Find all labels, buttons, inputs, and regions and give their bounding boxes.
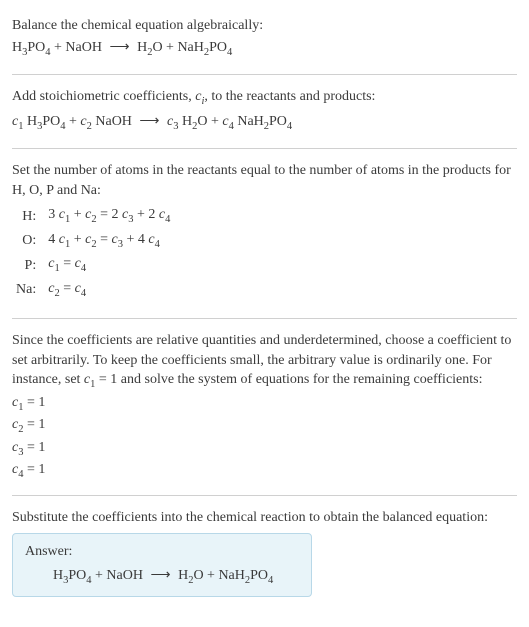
- coefficient-value: c2 = 1: [12, 415, 517, 437]
- section-solve: Since the coefficients are relative quan…: [12, 323, 517, 491]
- instruction-text: Add stoichiometric coefficients, ci, to …: [12, 87, 517, 109]
- answer-label: Answer:: [25, 542, 299, 562]
- element-label: O:: [12, 229, 44, 253]
- element-label: Na:: [12, 278, 44, 302]
- coefficient-solutions: c1 = 1c2 = 1c3 = 1c4 = 1: [12, 393, 517, 483]
- table-row: P:c1 = c4: [12, 253, 174, 277]
- instruction-text: Balance the chemical equation algebraica…: [12, 16, 517, 36]
- section-atom-balance: Set the number of atoms in the reactants…: [12, 153, 517, 314]
- balanced-equation: H3PO4 + NaOH ⟶ H2O + NaH2PO4: [25, 566, 299, 588]
- balance-equation: c1 = c4: [44, 253, 174, 277]
- element-label: H:: [12, 204, 44, 228]
- instruction-text: Since the coefficients are relative quan…: [12, 331, 517, 393]
- balance-equation: 4 c1 + c2 = c3 + 4 c4: [44, 229, 174, 253]
- atom-balance-rows: H:3 c1 + c2 = 2 c3 + 2 c4O:4 c1 + c2 = c…: [12, 204, 174, 302]
- section-balance-equation: Balance the chemical equation algebraica…: [12, 8, 517, 70]
- balance-equation: c2 = c4: [44, 278, 174, 302]
- section-answer: Substitute the coefficients into the che…: [12, 500, 517, 606]
- coefficient-value: c3 = 1: [12, 438, 517, 460]
- atom-balance-table: H:3 c1 + c2 = 2 c3 + 2 c4O:4 c1 + c2 = c…: [12, 204, 174, 302]
- coefficient-value: c4 = 1: [12, 460, 517, 482]
- divider: [12, 318, 517, 319]
- chemical-equation-coefficients: c1 H3PO4 + c2 NaOH ⟶ c3 H2O + c4 NaH2PO4: [12, 110, 517, 136]
- balance-equation: 3 c1 + c2 = 2 c3 + 2 c4: [44, 204, 174, 228]
- divider: [12, 74, 517, 75]
- table-row: O:4 c1 + c2 = c3 + 4 c4: [12, 229, 174, 253]
- answer-box: Answer: H3PO4 + NaOH ⟶ H2O + NaH2PO4: [12, 533, 312, 597]
- element-label: P:: [12, 253, 44, 277]
- section-add-coefficients: Add stoichiometric coefficients, ci, to …: [12, 79, 517, 144]
- instruction-text: Substitute the coefficients into the che…: [12, 508, 517, 528]
- divider: [12, 495, 517, 496]
- chemical-equation: H3PO4 + NaOH ⟶ H2O + NaH2PO4: [12, 36, 517, 62]
- instruction-text: Set the number of atoms in the reactants…: [12, 161, 517, 200]
- table-row: Na:c2 = c4: [12, 278, 174, 302]
- table-row: H:3 c1 + c2 = 2 c3 + 2 c4: [12, 204, 174, 228]
- coefficient-value: c1 = 1: [12, 393, 517, 415]
- divider: [12, 148, 517, 149]
